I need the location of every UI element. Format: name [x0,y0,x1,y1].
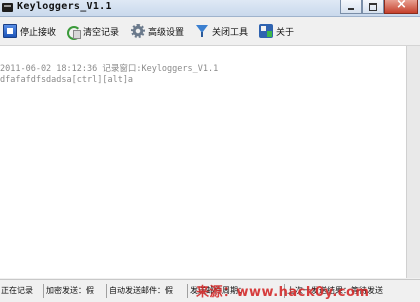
advanced-settings-label: 高级设置 [148,27,185,38]
window-controls [340,0,418,14]
about-label: 关于 [276,27,295,38]
stop-icon [3,24,17,38]
clear-log-button[interactable]: 清空记录 [66,22,119,40]
close-button[interactable] [384,0,418,14]
close-tool-button[interactable]: 关闭工具 [195,22,248,40]
filter-icon [195,24,209,38]
about-icon [259,24,273,38]
app-window: Keyloggers_V1.1 停止接收 清空记录 高级设置 关闭工具 关于 [0,0,420,302]
log-line: dfafafdfsdadsa[ctrl][alt]a [0,75,134,85]
log-textarea[interactable]: 2011-06-02 18:12:36 记录窗口:Keyloggers_V1.1… [0,46,406,278]
status-auto-send: 自动发送邮件：假 [109,284,188,298]
window-title: Keyloggers_V1.1 [17,1,112,12]
close-tool-label: 关闭工具 [212,27,249,38]
watermark: 来源：www.hack0y.com [196,285,370,300]
status-recording: 正在记录 [1,284,44,298]
vertical-scrollbar[interactable] [406,46,420,278]
keyboard-icon [2,3,13,12]
maximize-button[interactable] [362,0,384,14]
log-line: 2011-06-02 18:12:36 记录窗口:Keyloggers_V1.1 [0,64,219,74]
advanced-settings-button[interactable]: 高级设置 [131,22,184,40]
about-button[interactable]: 关于 [259,22,294,40]
toolbar: 停止接收 清空记录 高级设置 关闭工具 关于 [0,17,420,46]
gear-icon [131,24,145,38]
refresh-icon [66,24,81,40]
status-encrypt-send: 加密发送：假 [46,284,107,298]
title-bar[interactable]: Keyloggers_V1.1 [0,0,420,17]
clear-log-label: 清空记录 [83,27,120,38]
minimize-button[interactable] [340,0,362,14]
stop-receive-label: 停止接收 [20,27,57,38]
stop-receive-button[interactable]: 停止接收 [3,22,56,40]
